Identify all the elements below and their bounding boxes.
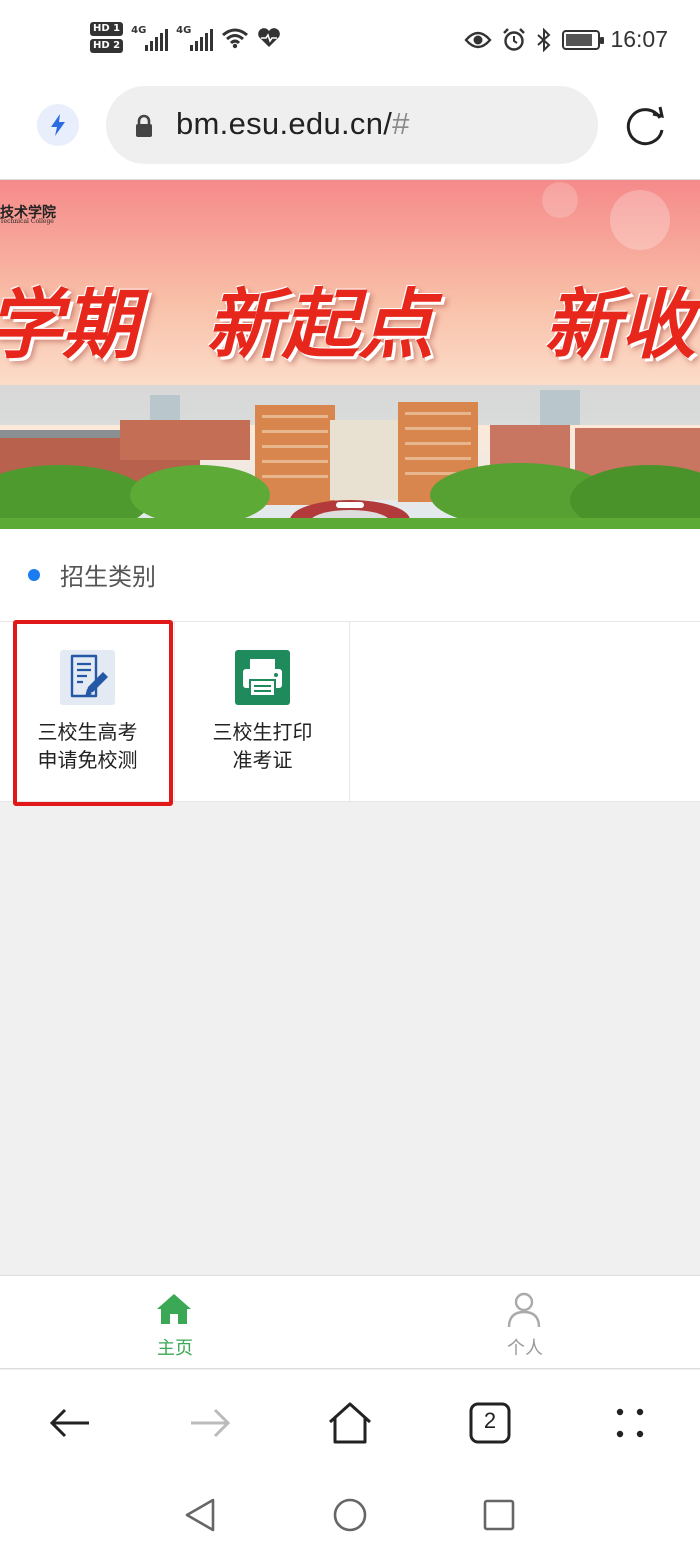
health-heart-icon [258,27,280,47]
quick-app-button[interactable] [37,104,79,146]
tab-home-label: 主页 [157,1338,193,1359]
highlight-box [13,620,173,806]
campus-banner[interactable]: 技术学院 Technical College 学期 新起点 新收 [0,180,700,529]
carousel-indicator [336,502,364,508]
tab-home[interactable]: 主页 [0,1276,350,1370]
slogan-part-2: 新起点 [206,280,434,369]
url-text: bm.esu.edu.cn/# [176,106,410,142]
url-fragment: # [392,106,410,141]
slogan-part-3: 新收 [544,280,696,369]
signal-1-icon: 4G [131,25,169,51]
status-left: HD 1 HD 2 4G 4G [90,22,281,53]
clock: 16:07 [610,26,668,52]
tab-me[interactable]: 个人 [350,1276,700,1370]
carousel-dot-active [336,502,364,508]
lock-icon [136,114,152,137]
section-bullet [28,569,40,581]
menu-dots-icon[interactable] [605,1398,655,1448]
nav-home-icon[interactable] [331,1496,369,1534]
tab-me-label: 个人 [507,1338,543,1359]
sim2-badge: HD 2 [90,39,124,53]
printer-icon [235,650,290,705]
sim1-badge: HD 1 [90,22,124,36]
alarm-icon [503,27,526,51]
home-icon [157,1294,191,1324]
bottom-tab-bar: 主页 个人 [0,1275,700,1369]
signal-2-icon: 4G [176,25,214,51]
address-bar[interactable]: bm.esu.edu.cn/# [106,86,598,164]
banner-slogan: 学期 新起点 新收 [0,280,700,370]
service-label: 三校生打印 准考证 [212,720,313,772]
lightning-bolt-icon [51,114,65,136]
back-arrow-icon[interactable] [45,1398,95,1448]
battery-level [566,33,593,46]
nav-back-icon[interactable] [183,1496,219,1534]
status-bar: HD 1 HD 2 4G 4G 16:07 [0,0,700,84]
system-nav-bar [0,1480,700,1556]
home-outline-icon[interactable] [325,1398,375,1448]
bluetooth-icon [537,27,551,52]
section-header: 招生类别 [0,529,700,621]
eye-icon [464,31,493,48]
college-logo-subtext: Technical College [0,218,54,225]
reload-icon[interactable] [622,104,668,150]
slogan-part-1: 学期 [0,280,138,369]
wifi-icon [222,28,249,48]
url-host: bm.esu.edu.cn/ [176,106,393,141]
section-title: 招生类别 [60,563,156,591]
battery-icon [562,29,605,50]
person-icon [507,1292,541,1328]
sim-indicators: HD 1 HD 2 [90,22,124,53]
browser-address-row: bm.esu.edu.cn/# [0,84,700,180]
browser-toolbar: 2 [0,1370,700,1480]
nav-recents-icon[interactable] [481,1496,517,1534]
tabs-count-button[interactable]: 2 [465,1398,515,1448]
service-print-admission-ticket[interactable]: 三校生打印 准考证 [175,622,350,802]
status-right: 16:07 [464,26,668,53]
forward-arrow-icon[interactable] [185,1398,235,1448]
tabs-count: 2 [483,1408,497,1433]
